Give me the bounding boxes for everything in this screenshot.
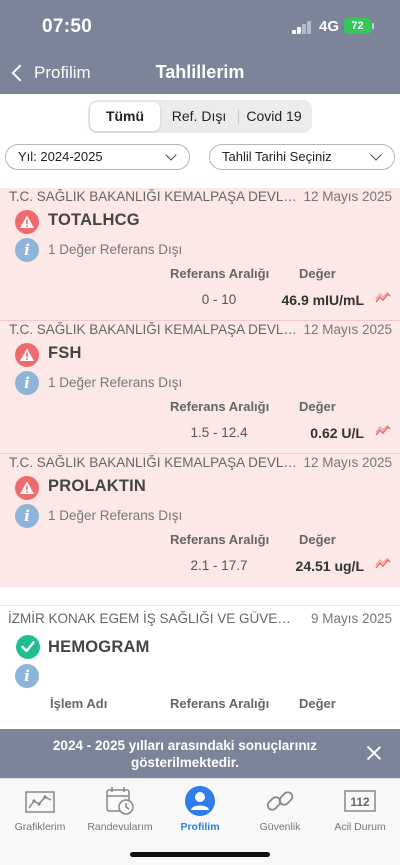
hospital-name: T.C. SAĞLIK BAKANLIĞI KEMALPAŞA DEVLET H… xyxy=(9,455,299,470)
tab-label: Güvenlik xyxy=(259,821,301,833)
checkmark-icon xyxy=(16,635,40,659)
person-icon xyxy=(185,786,215,816)
result-status: 1 Değer Referans Dışı xyxy=(48,375,183,390)
reference-range-header: Referans Aralığı xyxy=(170,696,270,711)
reference-range-value: 0 - 10 xyxy=(201,292,237,307)
info-icon[interactable]: i xyxy=(15,371,39,395)
warning-icon xyxy=(15,343,39,367)
value-header: Değer xyxy=(299,532,336,547)
trend-chart-icon[interactable] xyxy=(375,292,391,304)
segment-covid[interactable]: Covid 19 xyxy=(238,102,310,131)
hospital-name: İZMİR KONAK EGEM İŞ SAĞLIĞI VE GÜVENLİĞİ… xyxy=(8,611,298,626)
test-name: HEMOGRAM xyxy=(48,638,150,656)
reference-range-header: Referans Aralığı xyxy=(170,532,270,547)
back-button-label: Profilim xyxy=(34,63,91,82)
segmented-control: Tümü Ref. Dışı Covid 19 xyxy=(88,100,312,133)
operation-name-header: İşlem Adı xyxy=(50,696,108,711)
segment-all[interactable]: Tümü xyxy=(90,102,160,131)
test-name: FSH xyxy=(48,344,82,362)
signal-icon xyxy=(292,21,312,34)
chevron-down-icon xyxy=(370,149,382,161)
value-header: Değer xyxy=(299,399,336,414)
value-header: Değer xyxy=(299,266,336,281)
link-icon xyxy=(266,791,294,811)
result-date: 12 Mayıs 2025 xyxy=(303,189,392,204)
tab-randevularim[interactable]: Randevularım xyxy=(80,785,160,837)
tab-label: Randevularım xyxy=(87,821,153,833)
home-indicator xyxy=(130,852,270,857)
test-name: PROLAKTIN xyxy=(48,477,147,495)
results-list: T.C. SAĞLIK BAKANLIĞI KEMALPAŞA DEVLET H… xyxy=(0,188,400,731)
reference-range-value: 1.5 - 12.4 xyxy=(190,425,248,440)
chevron-left-icon xyxy=(11,64,29,82)
hospital-name: T.C. SAĞLIK BAKANLIĞI KEMALPAŞA DEVLET H… xyxy=(9,189,299,204)
tab-guvenlik[interactable]: Güvenlik xyxy=(240,785,320,837)
chart-icon xyxy=(25,791,55,813)
year-filter-select[interactable]: Yıl: 2024-2025 xyxy=(5,144,190,170)
battery-level: 72 xyxy=(351,20,364,32)
close-icon[interactable] xyxy=(366,745,382,761)
emergency-112-icon: 112 xyxy=(344,790,376,812)
result-card[interactable]: İZMİR KONAK EGEM İŞ SAĞLIĞI VE GÜVENLİĞİ… xyxy=(0,605,400,731)
list-spacer xyxy=(0,587,400,605)
info-icon[interactable]: i xyxy=(15,238,39,262)
warning-icon xyxy=(15,210,39,234)
result-card[interactable]: T.C. SAĞLIK BAKANLIĞI KEMALPAŞA DEVLET H… xyxy=(0,188,400,321)
status-bar: 07:50 4G 72 xyxy=(0,0,400,52)
result-card[interactable]: T.C. SAĞLIK BAKANLIĞI KEMALPAŞA DEVLET H… xyxy=(0,454,400,587)
test-name: TOTALHCG xyxy=(48,211,140,229)
reference-range-value: 2.1 - 17.7 xyxy=(190,558,248,573)
back-button[interactable]: Profilim xyxy=(8,58,91,88)
trend-chart-icon[interactable] xyxy=(375,425,391,437)
info-banner: 2024 - 2025 yılları arasındaki sonuçları… xyxy=(0,729,400,778)
network-type: 4G xyxy=(319,18,340,35)
year-filter-value: Yıl: 2024-2025 xyxy=(18,149,103,164)
info-icon[interactable]: i xyxy=(15,504,39,528)
result-value: 0.62 U/L xyxy=(310,425,364,441)
result-status: 1 Değer Referans Dışı xyxy=(48,508,183,523)
battery-icon: 72 xyxy=(344,18,371,34)
trend-chart-icon[interactable] xyxy=(375,558,391,570)
chevron-down-icon xyxy=(165,149,177,161)
result-card[interactable]: T.C. SAĞLIK BAKANLIĞI KEMALPAŞA DEVLET H… xyxy=(0,321,400,454)
tab-label: Acil Durum xyxy=(334,821,386,833)
result-date: 12 Mayıs 2025 xyxy=(303,455,392,470)
tab-grafiklerim[interactable]: Grafiklerim xyxy=(0,785,80,837)
banner-message: 2024 - 2025 yılları arasındaki sonuçları… xyxy=(52,738,318,770)
tab-label: Grafiklerim xyxy=(14,821,66,833)
tab-label: Profilim xyxy=(180,821,220,833)
tab-profilim[interactable]: Profilim xyxy=(160,785,240,837)
result-status: 1 Değer Referans Dışı xyxy=(48,242,183,257)
tab-acil-durum[interactable]: 112 Acil Durum xyxy=(320,785,400,837)
date-filter-select[interactable]: Tahlil Tarihi Seçiniz xyxy=(209,144,395,170)
reference-range-header: Referans Aralığı xyxy=(170,399,270,414)
result-value: 46.9 mIU/mL xyxy=(281,292,364,308)
info-icon[interactable]: i xyxy=(15,664,39,688)
tab-bar: Grafiklerim Randevularım Profilim Güvenl… xyxy=(0,778,400,865)
hospital-name: T.C. SAĞLIK BAKANLIĞI KEMALPAŞA DEVLET H… xyxy=(9,322,299,337)
battery-tip xyxy=(372,23,374,29)
segment-out-of-reference[interactable]: Ref. Dışı xyxy=(160,102,238,131)
reference-range-header: Referans Aralığı xyxy=(170,266,270,281)
result-value: 24.51 ug/L xyxy=(295,558,364,574)
result-date: 12 Mayıs 2025 xyxy=(303,322,392,337)
date-filter-value: Tahlil Tarihi Seçiniz xyxy=(222,149,332,164)
status-time: 07:50 xyxy=(42,16,93,37)
result-date: 9 Mayıs 2025 xyxy=(310,611,392,626)
calendar-icon xyxy=(106,787,134,815)
value-header: Değer xyxy=(299,696,336,711)
nav-bar: Profilim Tahlillerim xyxy=(0,52,400,94)
emergency-badge-text: 112 xyxy=(350,795,370,809)
warning-icon xyxy=(15,476,39,500)
